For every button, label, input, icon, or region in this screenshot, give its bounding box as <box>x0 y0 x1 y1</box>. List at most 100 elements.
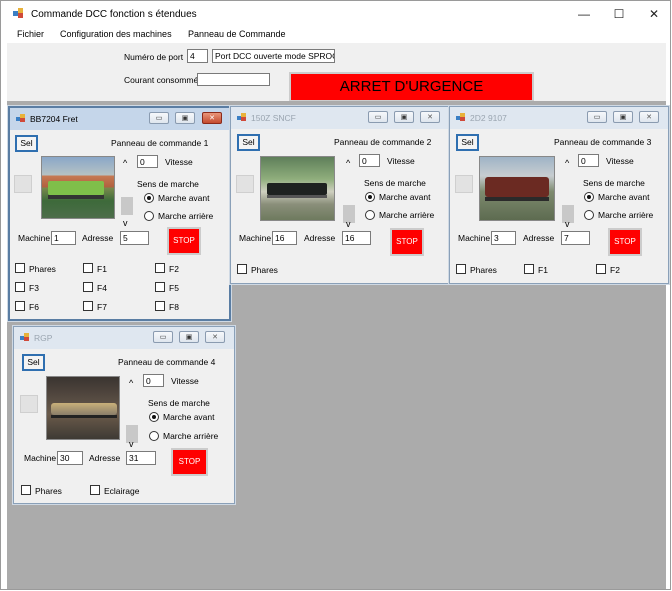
speed-input[interactable]: 0 <box>359 154 380 167</box>
panel-app-icon <box>237 113 246 121</box>
speed-slider-thumb[interactable] <box>121 197 133 215</box>
stop-button[interactable]: STOP <box>167 227 201 255</box>
adresse-label: Adresse <box>304 233 336 243</box>
panel-minimize-button[interactable]: ▭ <box>149 112 169 124</box>
sel-button[interactable]: Sel <box>456 134 479 151</box>
courant-field <box>197 73 270 86</box>
speed-down-arrow[interactable]: v <box>129 440 134 449</box>
marche-arriere-label: Marche arrière <box>158 211 214 221</box>
panel-restore-button[interactable]: ▣ <box>613 111 633 123</box>
phares-checkbox[interactable] <box>21 485 31 495</box>
phares-checkbox[interactable] <box>456 264 466 274</box>
stop-button[interactable]: STOP <box>608 228 642 256</box>
marche-arriere-radio[interactable] <box>365 210 375 220</box>
phares-checkbox[interactable] <box>15 263 25 273</box>
speed-down-arrow[interactable]: v <box>565 220 570 229</box>
panel-close-button[interactable]: ✕ <box>420 111 440 123</box>
vitesse-label: Vitesse <box>387 156 415 166</box>
panel-title-bar: 2D2 9107 ▭ ▣ ✕ <box>450 107 668 129</box>
panel-minimize-button[interactable]: ▭ <box>153 331 173 343</box>
panel-minimize-button[interactable]: ▭ <box>587 111 607 123</box>
f1-label: F1 <box>97 264 107 274</box>
menu-panneau[interactable]: Panneau de Commande <box>188 29 286 39</box>
panel-restore-button[interactable]: ▣ <box>175 112 195 124</box>
speed-input[interactable]: 0 <box>143 374 164 387</box>
panel-restore-button[interactable]: ▣ <box>179 331 199 343</box>
locomotive-photo <box>46 376 120 440</box>
machine-input[interactable]: 3 <box>491 231 516 245</box>
vitesse-label: Vitesse <box>606 156 634 166</box>
f3-checkbox[interactable] <box>15 282 25 292</box>
panel-close-button[interactable]: ✕ <box>639 111 659 123</box>
indicator-square <box>20 395 38 413</box>
f5-checkbox[interactable] <box>155 282 165 292</box>
f6-checkbox[interactable] <box>15 301 25 311</box>
adresse-input[interactable]: 7 <box>561 231 590 245</box>
menu-configuration[interactable]: Configuration des machines <box>60 29 172 39</box>
marche-arriere-label: Marche arrière <box>598 210 654 220</box>
eclairage-checkbox[interactable] <box>90 485 100 495</box>
minimize-button[interactable]: — <box>569 4 599 24</box>
locomotive-photo <box>479 156 555 221</box>
machine-input[interactable]: 30 <box>57 451 83 465</box>
marche-avant-label: Marche avant <box>163 412 215 422</box>
f1-checkbox[interactable] <box>83 263 93 273</box>
sel-button[interactable]: Sel <box>22 354 45 371</box>
speed-up-arrow[interactable]: ^ <box>123 159 127 168</box>
menu-fichier[interactable]: Fichier <box>17 29 44 39</box>
marche-arriere-radio[interactable] <box>144 211 154 221</box>
f1-checkbox[interactable] <box>524 264 534 274</box>
panel-app-icon <box>456 113 465 121</box>
sens-label: Sens de marche <box>583 178 645 188</box>
title-bar: Commande DCC fonction s étendues — ☐ ✕ <box>1 1 670 27</box>
f7-checkbox[interactable] <box>83 301 93 311</box>
adresse-input[interactable]: 16 <box>342 231 371 245</box>
close-button[interactable]: ✕ <box>639 4 669 24</box>
port-status-field: Port DCC ouverte mode SPROG <box>212 49 335 63</box>
machine-input[interactable]: 16 <box>272 231 297 245</box>
indicator-square <box>236 175 254 193</box>
speed-up-arrow[interactable]: ^ <box>565 159 569 168</box>
speed-input[interactable]: 0 <box>578 154 599 167</box>
vitesse-label: Vitesse <box>171 376 199 386</box>
stop-button[interactable]: STOP <box>390 228 424 256</box>
marche-avant-radio[interactable] <box>144 193 154 203</box>
speed-input[interactable]: 0 <box>137 155 158 168</box>
panel-4: RGP ▭ ▣ ✕ Sel Panneau de commande 4 ^ 0 … <box>13 326 235 504</box>
maximize-button[interactable]: ☐ <box>604 4 634 24</box>
panel-close-button[interactable]: ✕ <box>202 112 222 124</box>
f7-label: F7 <box>97 302 107 312</box>
sel-button[interactable]: Sel <box>15 135 38 152</box>
f4-checkbox[interactable] <box>83 282 93 292</box>
adresse-label: Adresse <box>523 233 555 243</box>
phares-checkbox[interactable] <box>237 264 247 274</box>
panel-title-bar: BB7204 Fret ▭ ▣ ✕ <box>10 108 229 130</box>
adresse-input[interactable]: 5 <box>120 231 149 245</box>
marche-arriere-radio[interactable] <box>149 431 159 441</box>
marche-avant-radio[interactable] <box>149 412 159 422</box>
phares-label: Phares <box>251 265 278 275</box>
panel-app-icon <box>20 333 29 341</box>
panel-restore-button[interactable]: ▣ <box>394 111 414 123</box>
locomotive-photo <box>260 156 335 221</box>
panel-minimize-button[interactable]: ▭ <box>368 111 388 123</box>
marche-avant-radio[interactable] <box>365 192 375 202</box>
stop-button[interactable]: STOP <box>171 448 208 476</box>
panel-title: 2D2 9107 <box>470 113 507 123</box>
marche-avant-radio[interactable] <box>584 192 594 202</box>
f2-checkbox[interactable] <box>155 263 165 273</box>
sel-button[interactable]: Sel <box>237 134 260 151</box>
panel-close-button[interactable]: ✕ <box>205 331 225 343</box>
machine-input[interactable]: 1 <box>51 231 76 245</box>
speed-down-arrow[interactable]: v <box>123 219 128 228</box>
f8-checkbox[interactable] <box>155 301 165 311</box>
port-input[interactable]: 4 <box>187 49 208 63</box>
adresse-input[interactable]: 31 <box>126 451 156 465</box>
speed-up-arrow[interactable]: ^ <box>346 159 350 168</box>
emergency-stop-button[interactable]: ARRET D'URGENCE <box>289 72 534 102</box>
speed-up-arrow[interactable]: ^ <box>129 379 133 388</box>
marche-arriere-radio[interactable] <box>584 210 594 220</box>
speed-down-arrow[interactable]: v <box>346 220 351 229</box>
vitesse-label: Vitesse <box>165 157 193 167</box>
f2-checkbox[interactable] <box>596 264 606 274</box>
